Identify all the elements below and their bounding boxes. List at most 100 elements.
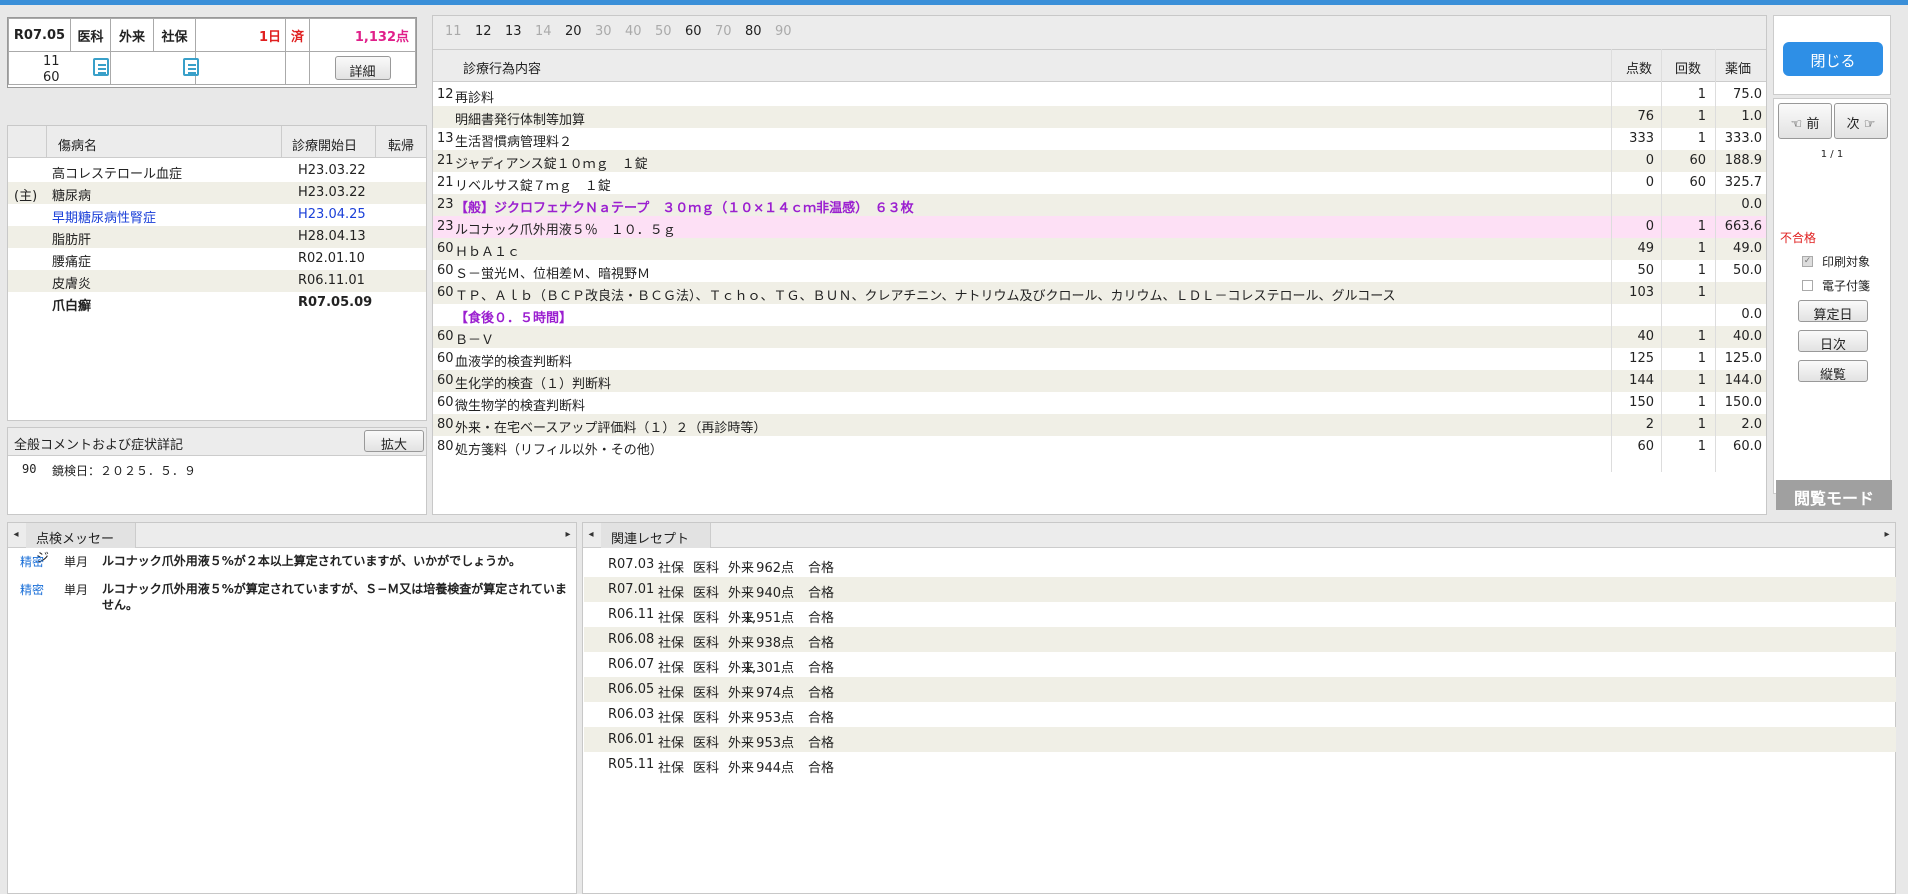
comment-text: 鏡検日：２０２５．５．９ bbox=[52, 464, 197, 478]
related-receipt-row[interactable]: R06.07 社保 医科 外来 1,301点 合格 bbox=[584, 652, 1896, 677]
header-doc-cell bbox=[110, 51, 199, 85]
category-nav-item[interactable]: 40 bbox=[625, 24, 642, 39]
scroll-left-icon[interactable]: ◂ bbox=[583, 523, 599, 548]
related-visit: 外来 bbox=[728, 686, 755, 701]
item-code: 12 bbox=[437, 87, 454, 102]
header-empty-cell-2 bbox=[285, 51, 310, 85]
item-code: 80 bbox=[437, 417, 454, 432]
category-nav-item[interactable]: 90 bbox=[775, 24, 792, 39]
category-nav-item[interactable]: 12 bbox=[475, 24, 492, 39]
items-header: 診療行為内容 点数 回数 薬価 bbox=[433, 49, 1766, 82]
item-row[interactable]: 60 生化学的検査（１）判断料 144 1 144.0 bbox=[433, 370, 1766, 392]
related-receipt-row[interactable]: R06.03 社保 医科 外来 953点 合格 bbox=[584, 702, 1896, 727]
item-count: 1 bbox=[1697, 395, 1706, 410]
item-code: 80 bbox=[437, 439, 454, 454]
related-dept: 医科 bbox=[693, 686, 720, 701]
item-points: 150 bbox=[1629, 395, 1654, 410]
item-row[interactable]: 60 微生物学的検査判断料 150 1 150.0 bbox=[433, 392, 1766, 414]
tab-check-messages[interactable]: 点検メッセージ bbox=[26, 523, 136, 566]
item-row[interactable]: 60 血液学的検査判断料 125 1 125.0 bbox=[433, 348, 1766, 370]
item-row[interactable]: 60 Ｓ－蛍光Ｍ、位相差Ｍ、暗視野Ｍ 50 1 50.0 bbox=[433, 260, 1766, 282]
related-receipt-row[interactable]: R06.08 社保 医科 外来 938点 合格 bbox=[584, 627, 1896, 652]
related-result: 合格 bbox=[808, 636, 835, 651]
category-nav-item[interactable]: 13 bbox=[505, 24, 522, 39]
receipt-header: R07.05 医科 外来 社保 1日 済 1,132点 11 60 詳細 bbox=[7, 17, 417, 88]
disease-row[interactable]: (主) 糖尿病 H23.03.22 bbox=[8, 182, 426, 204]
message-row[interactable]: 精密 単月 ルコナック爪外用液５%が２本以上算定されていますが、いかがでしょうか。 bbox=[8, 551, 576, 579]
detail-button[interactable]: 詳細 bbox=[334, 56, 391, 80]
scroll-right-icon[interactable]: ▸ bbox=[1879, 523, 1895, 548]
document-icon[interactable] bbox=[93, 58, 109, 76]
item-price: 1.0 bbox=[1741, 109, 1762, 124]
related-receipt-row[interactable]: R07.01 社保 医科 外来 940点 合格 bbox=[584, 577, 1896, 602]
item-points: 144 bbox=[1629, 373, 1654, 388]
item-price: 663.6 bbox=[1724, 219, 1762, 234]
item-row[interactable]: 60 ＴＰ、Ａｌｂ（ＢＣＰ改良法・ＢＣＧ法）、Ｔｃｈｏ、ＴＧ、ＢＵＮ、クレアチニン… bbox=[433, 282, 1766, 304]
related-receipt-row[interactable]: R06.11 社保 医科 外来 1,951点 合格 bbox=[584, 602, 1896, 627]
related-receipt-row[interactable]: R07.03 社保 医科 外来 962点 合格 bbox=[584, 552, 1896, 577]
disease-start-date: H23.03.22 bbox=[298, 163, 366, 178]
disease-row[interactable]: 皮膚炎 R06.11.01 bbox=[8, 270, 426, 292]
expand-button[interactable]: 拡大 bbox=[364, 430, 424, 453]
item-row[interactable]: 80 外来・在宅ベースアップ評価料（１）２（再診時等） 2 1 2.0 bbox=[433, 414, 1766, 436]
item-row[interactable]: 80 処方箋料（リフィル以外・その他） 60 1 60.0 bbox=[433, 436, 1766, 458]
related-receipt-row[interactable]: R06.05 社保 医科 外来 974点 合格 bbox=[584, 677, 1896, 702]
related-receipt-row[interactable]: R06.01 社保 医科 外来 953点 合格 bbox=[584, 727, 1896, 752]
related-points: 1,951点 bbox=[743, 611, 794, 626]
close-button[interactable]: 閉じる bbox=[1783, 42, 1883, 76]
item-row[interactable]: 明細書発行体制等加算 76 1 1.0 bbox=[433, 106, 1766, 128]
message-row[interactable]: 精密 単月 ルコナック爪外用液５%が算定されていますが、Ｓ−Ｍ又は培養検査が算定され… bbox=[8, 579, 576, 612]
disease-name: 腰痛症 bbox=[52, 255, 92, 270]
category-nav-item[interactable]: 80 bbox=[745, 24, 762, 39]
header-divider bbox=[375, 126, 376, 158]
category-nav-item[interactable]: 11 bbox=[445, 24, 462, 39]
item-count: 1 bbox=[1697, 373, 1706, 388]
category-nav-item[interactable]: 14 bbox=[535, 24, 552, 39]
item-count: 60 bbox=[1689, 175, 1706, 190]
related-visit: 外来 bbox=[728, 736, 755, 751]
disease-name: 糖尿病 bbox=[52, 189, 92, 204]
item-row[interactable]: 13 生活習慣病管理料２ 333 1 333.0 bbox=[433, 128, 1766, 150]
item-row[interactable]: 21 リベルサス錠７ｍｇ １錠 0 60 325.7 bbox=[433, 172, 1766, 194]
related-receipt-row[interactable]: R05.11 社保 医科 外来 944点 合格 bbox=[584, 752, 1896, 777]
item-row[interactable]: 60 ＨｂＡ１ｃ 49 1 49.0 bbox=[433, 238, 1766, 260]
scroll-right-icon[interactable]: ▸ bbox=[560, 523, 576, 548]
tab-related-receipts[interactable]: 関連レセプト bbox=[601, 523, 711, 548]
disease-row[interactable]: 早期糖尿病性腎症 H23.04.25 bbox=[8, 204, 426, 226]
category-nav-item[interactable]: 20 bbox=[565, 24, 582, 39]
attach-checkbox[interactable] bbox=[1802, 280, 1813, 291]
category-nav-item[interactable]: 70 bbox=[715, 24, 732, 39]
calc-date-button[interactable]: 算定日 bbox=[1798, 300, 1868, 323]
related-dept: 医科 bbox=[693, 711, 720, 726]
col-content: 診療行為内容 bbox=[463, 62, 542, 77]
item-points: 2 bbox=[1645, 417, 1654, 432]
scroll-left-icon[interactable]: ◂ bbox=[8, 523, 24, 548]
item-row[interactable]: 23 【般】ジクロフェナクＮａテープ ３０ｍｇ（１０×１４ｃｍ非温感） ６３枚 0.… bbox=[433, 194, 1766, 216]
print-checkbox[interactable]: ✓ bbox=[1802, 256, 1813, 267]
header-dept: 医科 bbox=[70, 18, 111, 52]
item-points: 333 bbox=[1629, 131, 1654, 146]
vertical-button[interactable]: 縦覧 bbox=[1798, 360, 1868, 383]
disease-row[interactable]: 脂肪肝 H28.04.13 bbox=[8, 226, 426, 248]
related-visit: 外来 bbox=[728, 711, 755, 726]
daily-button[interactable]: 日次 bbox=[1798, 330, 1868, 353]
next-button[interactable]: 次 ☞ bbox=[1834, 103, 1888, 139]
prev-button[interactable]: ☜ 前 bbox=[1778, 103, 1832, 139]
item-row[interactable]: 【食後０．５時間】 0.0 bbox=[433, 304, 1766, 326]
header-divider bbox=[46, 126, 47, 158]
disease-row[interactable]: 爪白癬 R07.05.09 bbox=[8, 292, 426, 314]
category-nav-item[interactable]: 60 bbox=[685, 24, 702, 39]
category-nav-item[interactable]: 50 bbox=[655, 24, 672, 39]
related-insurance: 社保 bbox=[658, 636, 685, 651]
disease-row[interactable]: 高コレステロール血症 H23.03.22 bbox=[8, 160, 426, 182]
related-points: 953点 bbox=[756, 711, 794, 726]
item-row[interactable]: 21 ジャディアンス錠１０ｍｇ １錠 0 60 188.9 bbox=[433, 150, 1766, 172]
category-nav-item[interactable]: 30 bbox=[595, 24, 612, 39]
item-row[interactable]: 23 ルコナック爪外用液５％ １０．５ｇ 0 1 663.6 bbox=[433, 216, 1766, 238]
document-icon-2[interactable] bbox=[183, 58, 199, 76]
item-text: 微生物学的検査判断料 bbox=[455, 399, 586, 414]
item-row[interactable]: 12 再診料 1 75.0 bbox=[433, 84, 1766, 106]
disease-row[interactable]: 腰痛症 R02.01.10 bbox=[8, 248, 426, 270]
disease-list-panel: 傷病名 診療開始日 転帰 高コレステロール血症 H23.03.22 (主) 糖尿病 H2… bbox=[7, 125, 427, 421]
item-row[interactable]: 60 Ｂ－Ｖ 40 1 40.0 bbox=[433, 326, 1766, 348]
